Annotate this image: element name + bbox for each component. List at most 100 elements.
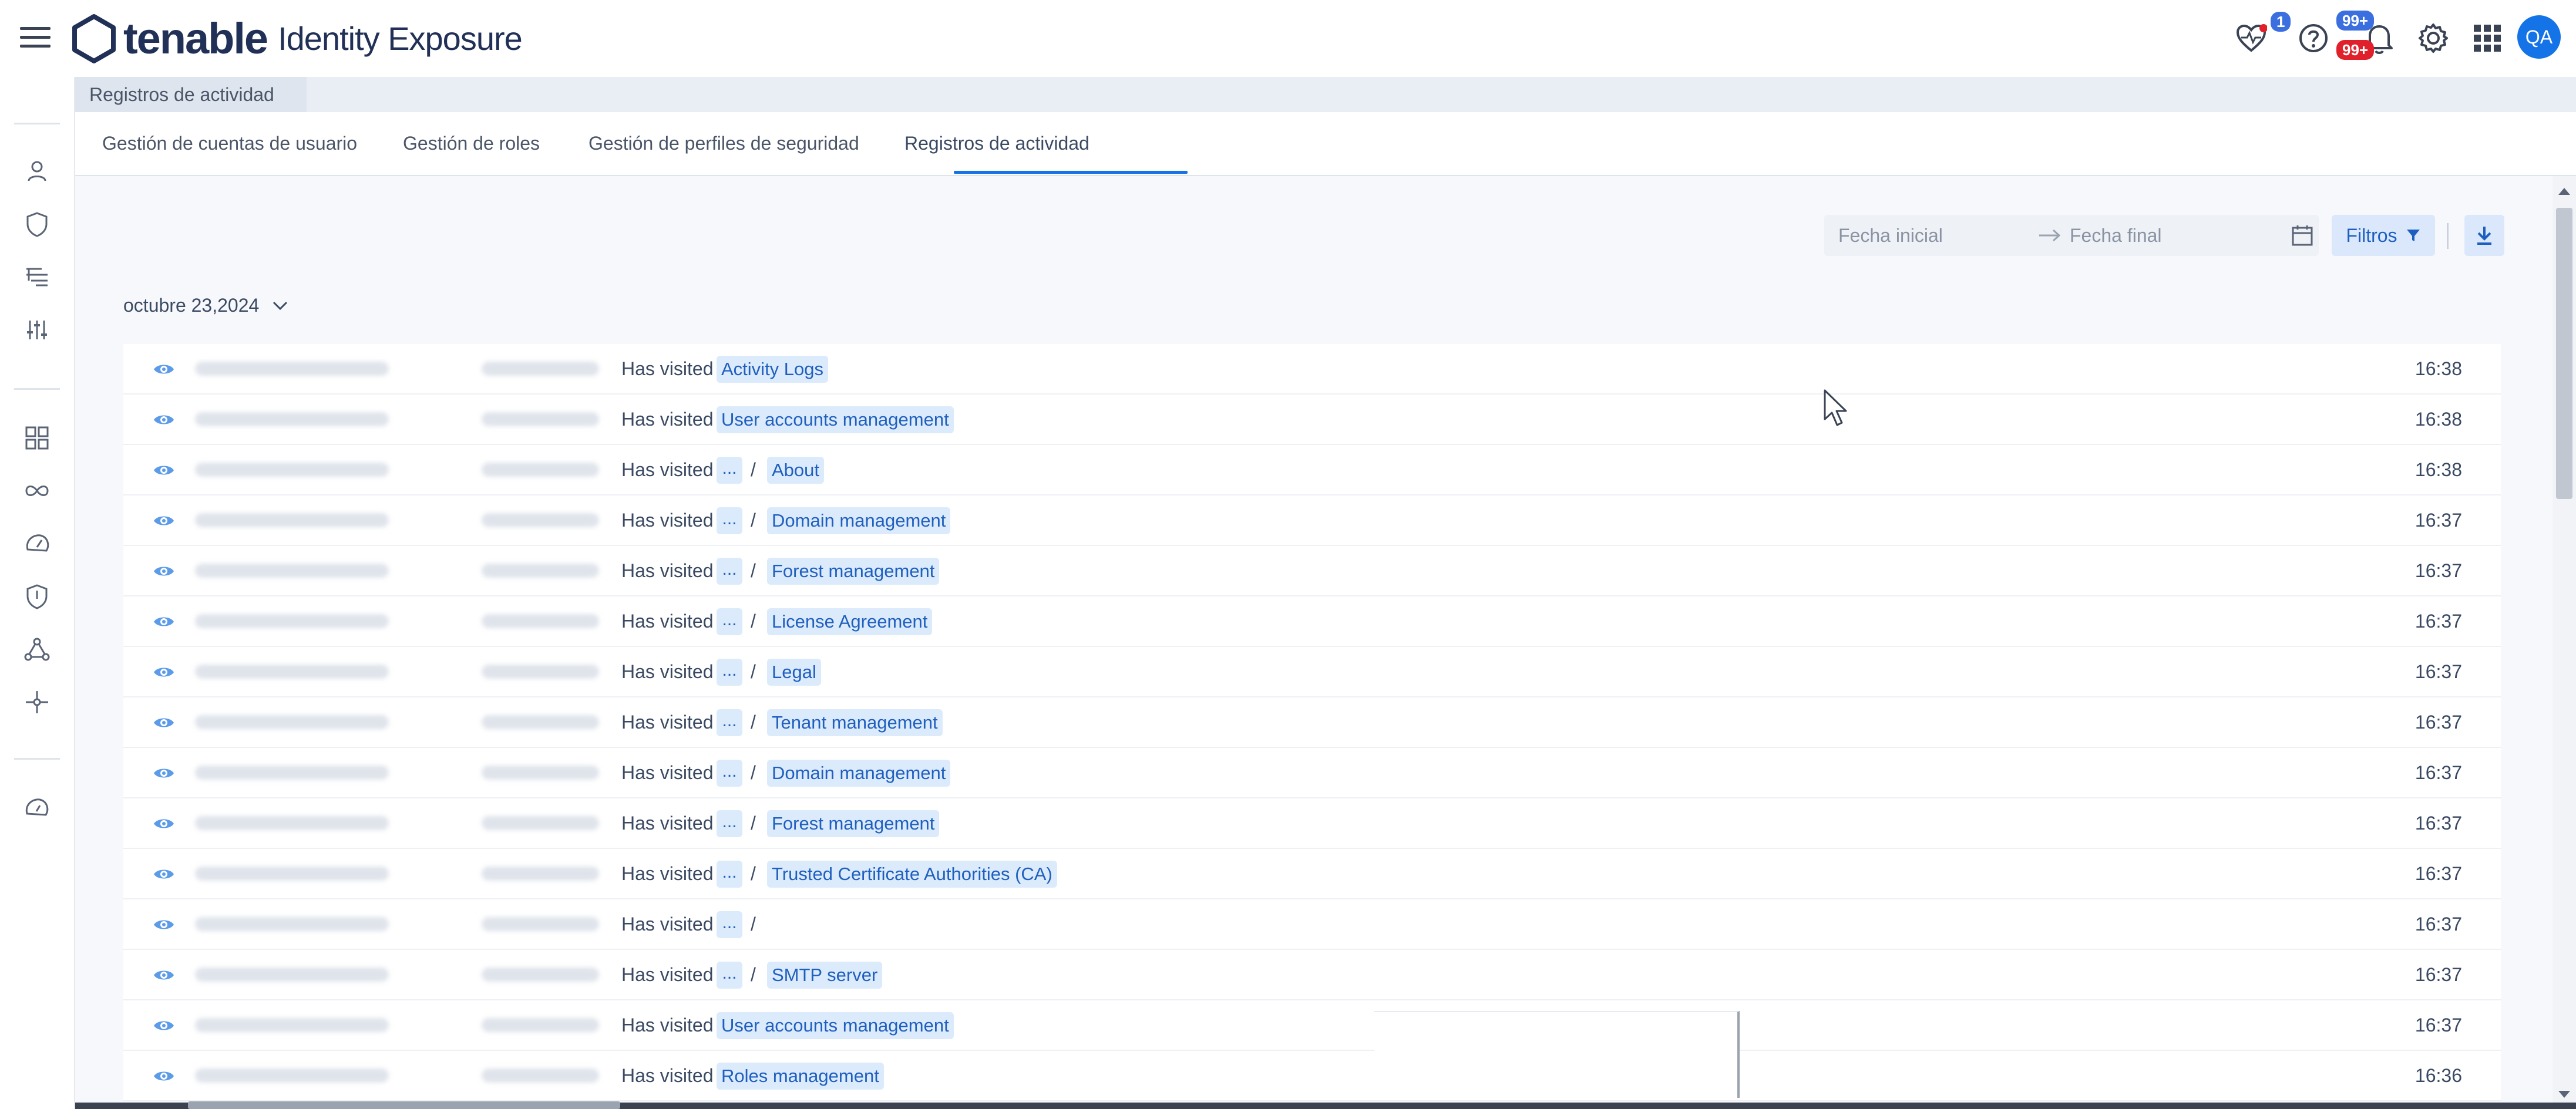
visited-page-chip[interactable]: User accounts management: [717, 1012, 954, 1039]
table-row[interactable]: Has visited... / Tenant management 16:37: [123, 697, 2501, 748]
date-group-toggle[interactable]: octubre 23,2024: [123, 295, 288, 316]
end-date-input[interactable]: Fecha final: [2070, 225, 2269, 247]
eye-icon[interactable]: [153, 358, 175, 380]
visited-page-chip[interactable]: Activity Logs: [717, 356, 829, 383]
table-row[interactable]: Has visited... / License Agreement 16:37: [123, 596, 2501, 647]
path-ellipsis[interactable]: ...: [717, 709, 742, 736]
eye-icon[interactable]: [153, 813, 175, 835]
settings-icon[interactable]: [2413, 18, 2454, 59]
table-row[interactable]: Has visited User accounts management 16:38: [123, 395, 2501, 445]
path-separator: /: [751, 762, 756, 783]
path-ellipsis[interactable]: ...: [717, 507, 742, 534]
gauge-icon[interactable]: [20, 527, 54, 561]
table-row[interactable]: Has visited... / About 16:38: [123, 445, 2501, 495]
path-ellipsis[interactable]: ...: [717, 659, 742, 686]
visited-page-chip[interactable]: Roles management: [717, 1063, 884, 1090]
scroll-up-icon[interactable]: [2553, 182, 2576, 200]
download-button[interactable]: [2464, 215, 2504, 256]
hierarchy-icon[interactable]: [20, 260, 54, 294]
table-row[interactable]: Has visited... / SMTP server 16:37: [123, 950, 2501, 1000]
path-ellipsis[interactable]: ...: [717, 861, 742, 888]
visited-page-chip[interactable]: About: [767, 457, 825, 484]
help-icon[interactable]: [2293, 18, 2334, 59]
table-row[interactable]: Has visited... / 16:37: [123, 899, 2501, 950]
start-date-input[interactable]: Fecha inicial: [1838, 225, 2038, 247]
path-ellipsis[interactable]: ...: [717, 608, 742, 635]
sliders-icon[interactable]: [20, 313, 54, 347]
visited-page-chip[interactable]: Domain management: [767, 760, 951, 787]
eye-icon[interactable]: [153, 459, 175, 481]
eye-icon[interactable]: [153, 712, 175, 734]
visited-page-chip[interactable]: SMTP server: [767, 962, 883, 989]
active-tab-indicator: [954, 171, 1188, 174]
eye-icon[interactable]: [153, 611, 175, 633]
tab-security-profiles[interactable]: Gestión de perfiles de seguridad: [588, 112, 859, 175]
horizontal-scroll-thumb[interactable]: [188, 1101, 620, 1109]
path-ellipsis[interactable]: ...: [717, 810, 742, 837]
sidebar-divider: [14, 388, 60, 390]
eye-icon[interactable]: [153, 1065, 175, 1087]
eye-icon[interactable]: [153, 762, 175, 784]
eye-icon[interactable]: [153, 1014, 175, 1037]
shield-icon[interactable]: [20, 207, 54, 241]
breadcrumb-current[interactable]: Registros de actividad: [75, 77, 307, 112]
path-ellipsis[interactable]: ...: [717, 760, 742, 787]
visited-page-chip[interactable]: Tenant management: [767, 709, 943, 736]
path-ellipsis[interactable]: ...: [717, 457, 742, 484]
cloud-gauge-icon[interactable]: [20, 791, 54, 825]
filters-button[interactable]: Filtros: [2332, 215, 2435, 256]
eye-icon[interactable]: [153, 661, 175, 683]
visited-page-chip[interactable]: User accounts management: [717, 406, 954, 433]
eye-icon[interactable]: [153, 964, 175, 986]
eye-icon[interactable]: [153, 863, 175, 885]
table-row[interactable]: Has visited User accounts management 16:37: [123, 1000, 2501, 1051]
visited-page-chip[interactable]: Domain management: [767, 507, 951, 534]
eye-icon[interactable]: [153, 914, 175, 936]
topology-icon[interactable]: [20, 685, 54, 719]
app-logo[interactable]: tenable Identity Exposure: [69, 11, 523, 66]
calendar-icon[interactable]: [2291, 224, 2314, 247]
tab-user-accounts[interactable]: Gestión de cuentas de usuario: [102, 112, 357, 175]
eye-icon[interactable]: [153, 409, 175, 431]
tab-activity-logs[interactable]: Registros de actividad: [904, 112, 1089, 175]
log-action: Has visited: [621, 358, 714, 379]
user-avatar[interactable]: QA: [2517, 15, 2561, 59]
path-ellipsis[interactable]: ...: [717, 558, 742, 585]
table-row[interactable]: Has visited... / Legal 16:37: [123, 647, 2501, 697]
menu-icon[interactable]: [20, 25, 53, 50]
shield-alert-icon[interactable]: [20, 579, 54, 614]
redacted-user-email: [195, 665, 389, 679]
visited-page-chip[interactable]: Forest management: [767, 558, 940, 585]
table-row[interactable]: Has visited... / Forest management 16:37: [123, 798, 2501, 849]
scroll-down-icon[interactable]: [2553, 1086, 2576, 1104]
path-ellipsis[interactable]: ...: [717, 962, 742, 989]
table-row[interactable]: Has visited... / Trusted Certificate Autho…: [123, 849, 2501, 899]
health-status-icon[interactable]: [2231, 18, 2272, 59]
table-row[interactable]: Has visited... / Domain management 16:37: [123, 748, 2501, 798]
log-time: 16:37: [2414, 964, 2462, 985]
visited-page-chip[interactable]: Forest management: [767, 810, 940, 837]
eye-icon[interactable]: [153, 560, 175, 582]
vertical-scroll-thumb[interactable]: [2556, 208, 2572, 499]
redacted-ip-address: [482, 1068, 599, 1083]
infinity-icon[interactable]: [20, 474, 54, 508]
path-separator: /: [751, 459, 756, 480]
vertical-scrollbar[interactable]: [2553, 176, 2576, 1104]
apps-grid-icon[interactable]: [2467, 18, 2508, 59]
table-row[interactable]: Has visited... / Domain management 16:37: [123, 495, 2501, 546]
table-row[interactable]: Has visited Roles management 16:36: [123, 1051, 2501, 1101]
table-row[interactable]: Has visited Activity Logs 16:38: [123, 344, 2501, 395]
log-time: 16:37: [2414, 712, 2462, 733]
tab-roles[interactable]: Gestión de roles: [403, 112, 540, 175]
attack-paths-icon[interactable]: [20, 632, 54, 666]
visited-page-chip[interactable]: License Agreement: [767, 608, 933, 635]
path-ellipsis[interactable]: ...: [717, 911, 742, 938]
dashboard-icon[interactable]: [20, 421, 54, 455]
visited-page-chip[interactable]: Trusted Certificate Authorities (CA): [767, 861, 1057, 888]
redacted-user-email: [195, 1068, 389, 1083]
eye-icon[interactable]: [153, 510, 175, 532]
table-row[interactable]: Has visited... / Forest management 16:37: [123, 546, 2501, 596]
user-icon[interactable]: [20, 154, 54, 188]
date-range-picker[interactable]: Fecha inicial Fecha final: [1824, 215, 2319, 256]
visited-page-chip[interactable]: Legal: [767, 659, 821, 686]
